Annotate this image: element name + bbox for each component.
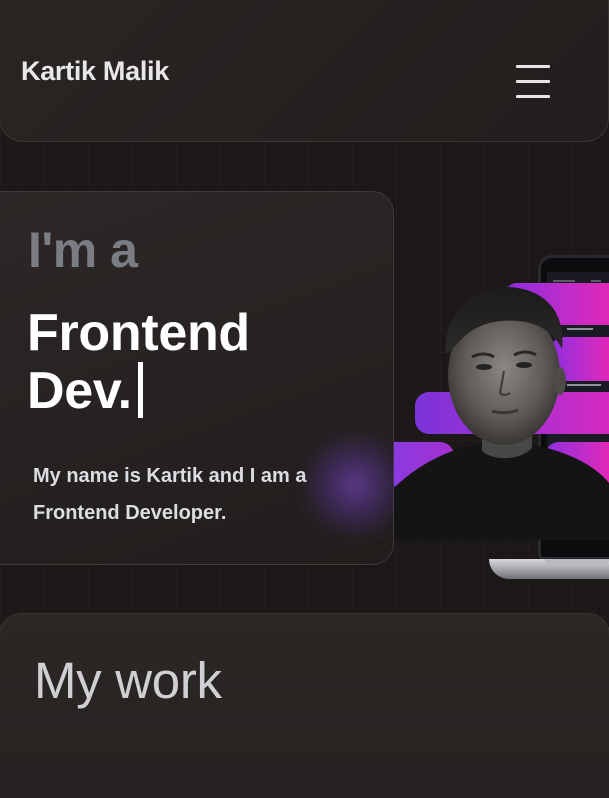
hamburger-menu-icon[interactable] (514, 64, 552, 100)
brand-name[interactable]: Kartik Malik (21, 56, 169, 87)
profile-photo (394, 283, 609, 540)
menu-bar (516, 65, 550, 68)
hero-role-line2: Dev. (27, 362, 132, 420)
typing-cursor (137, 362, 143, 418)
hero-intro: I'm a (28, 222, 138, 278)
menu-bar (516, 80, 550, 83)
hero-description: My name is Kartik and I am a Frontend De… (33, 465, 307, 524)
hero-role-line1: Frontend (27, 304, 250, 362)
page: Kartik Malik I'm a Frontend Dev. My name… (0, 0, 609, 798)
hero-role: Frontend Dev. (27, 305, 347, 420)
profile-photo-illustration (394, 287, 609, 540)
laptop-notch (545, 559, 609, 564)
my-work-title: My work (34, 652, 222, 709)
menu-bar (516, 95, 550, 98)
